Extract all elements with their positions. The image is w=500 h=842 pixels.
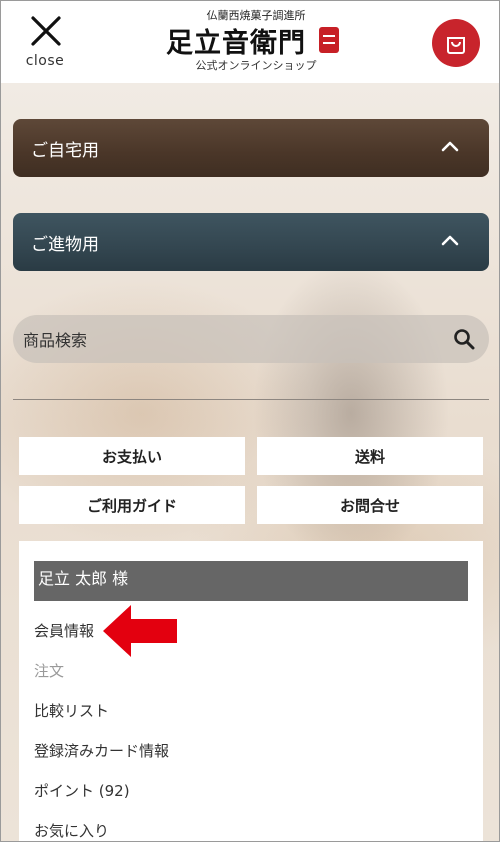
category-label: ご自宅用 [31,140,99,161]
cart-button[interactable] [432,19,480,67]
user-guide-button[interactable]: ご利用ガイド [19,486,245,524]
category-gift[interactable]: ご進物用 [13,213,489,271]
menu-item-points[interactable]: ポイント (92) [34,780,130,801]
header: close 仏蘭西焼菓子調進所 足立音衛門 公式オンラインショップ [1,1,499,83]
logo-name: 足立音衛門 [166,28,306,59]
close-label: close [25,53,65,69]
product-search[interactable]: 商品検索 [13,315,489,363]
divider [13,399,489,400]
close-icon [31,16,61,46]
menu-item-compare-list[interactable]: 比較リスト [34,700,109,721]
close-button[interactable]: close [21,15,71,71]
contact-button[interactable]: お問合せ [257,486,483,524]
menu-item-saved-cards[interactable]: 登録済みカード情報 [34,740,169,761]
logo-seal [319,27,339,53]
menu-item-orders[interactable]: 注文 [34,660,64,681]
category-home-use[interactable]: ご自宅用 [13,119,489,177]
shipping-button[interactable]: 送料 [257,437,483,475]
search-label: 商品検索 [23,331,88,350]
menu-item-favorites[interactable]: お気に入り [34,820,109,841]
payment-button[interactable]: お支払い [19,437,245,475]
user-name-bar: 足立 太郎 様 [34,561,468,601]
menu-screen: close 仏蘭西焼菓子調進所 足立音衛門 公式オンラインショップ ご自宅用 ご… [0,0,500,842]
chevron-up-icon [441,235,459,246]
menu-item-member-info[interactable]: 会員情報 [34,620,94,641]
shopping-bag-icon [447,37,465,54]
brand-logo[interactable]: 仏蘭西焼菓子調進所 足立音衛門 公式オンラインショップ [161,7,351,73]
category-label: ご進物用 [31,234,99,255]
left-arrow-icon [103,605,177,657]
logo-caption: 公式オンラインショップ [195,59,317,72]
chevron-up-icon [441,141,459,152]
account-panel: 足立 太郎 様 会員情報 注文 比較リスト 登録済みカード情報 ポイント (92… [19,541,483,841]
search-icon[interactable] [453,328,475,350]
